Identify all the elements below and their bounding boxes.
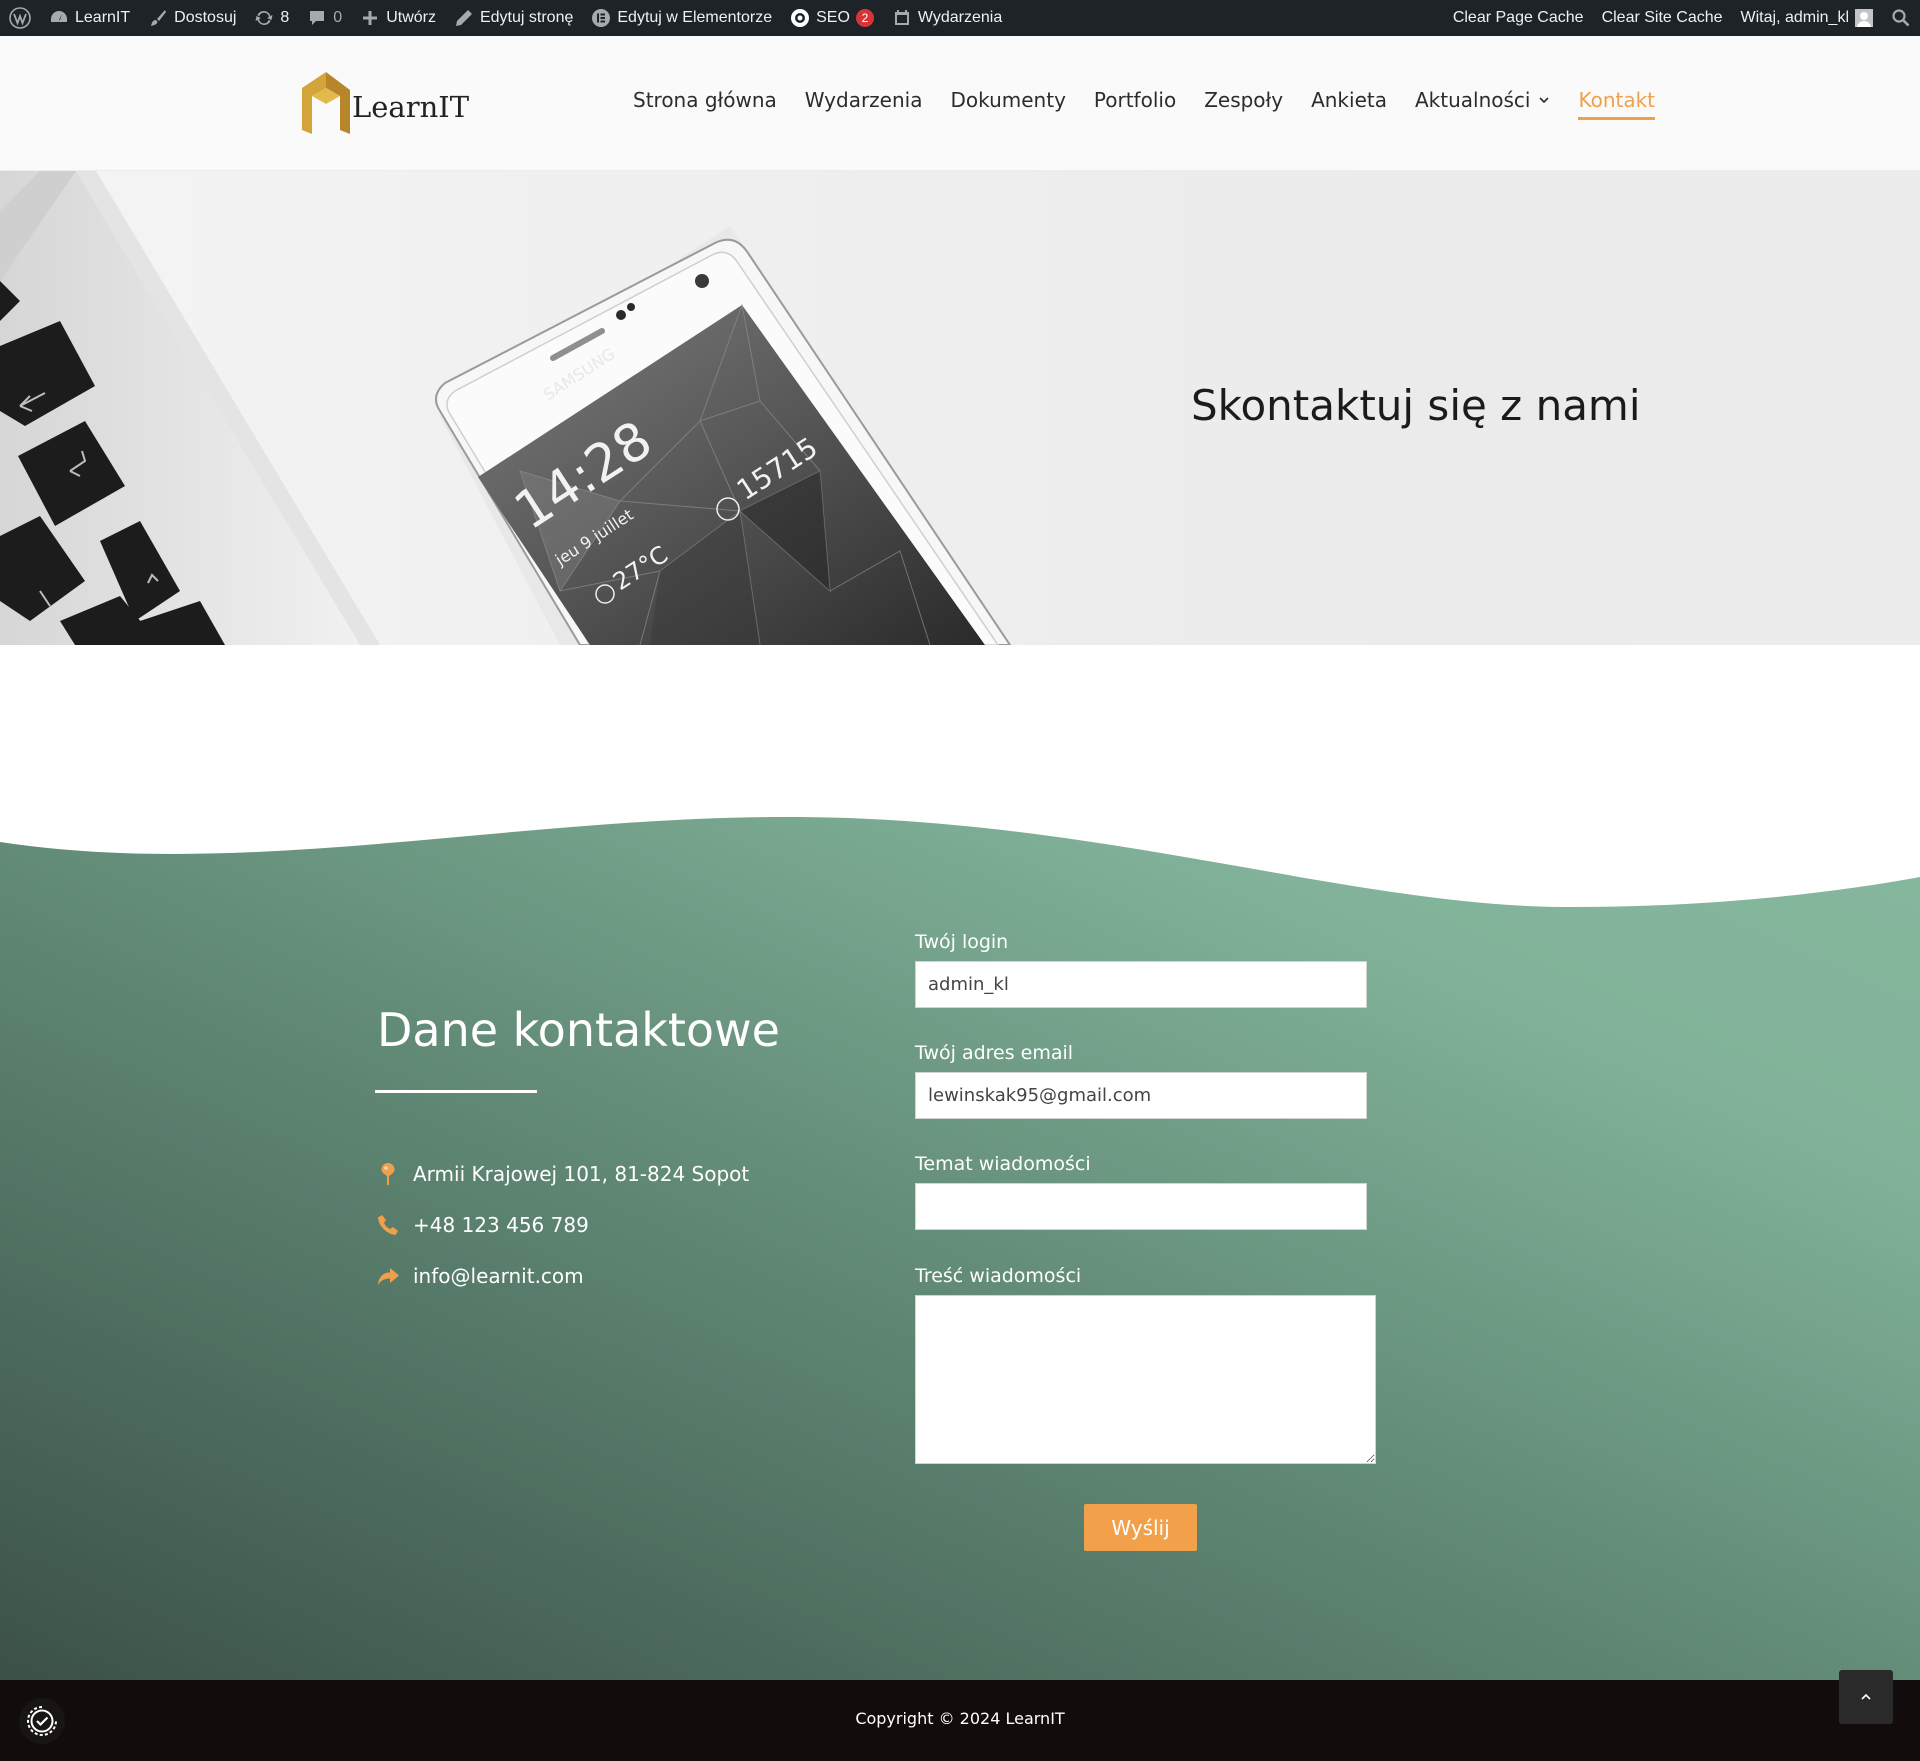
- logo-mark-icon: [302, 72, 350, 134]
- contact-details-heading: Dane kontaktowe: [377, 1003, 780, 1057]
- clear-site-cache-link[interactable]: Clear Site Cache: [1593, 0, 1732, 36]
- nav-item-label: Zespoły: [1204, 88, 1284, 112]
- site-footer: Copyright © 2024 LearnIT: [0, 1680, 1920, 1761]
- nav-item-survey[interactable]: Ankieta: [1311, 88, 1387, 120]
- nav-item-portfolio[interactable]: Portfolio: [1094, 88, 1176, 120]
- contact-phone: +48 123 456 789: [375, 1212, 589, 1238]
- site-name-label: LearnIT: [75, 9, 131, 26]
- nav-item-contact[interactable]: Kontakt: [1578, 88, 1655, 120]
- events-label: Wydarzenia: [917, 9, 1003, 26]
- events-link[interactable]: Wydarzenia: [883, 0, 1011, 36]
- clear-page-cache-link[interactable]: Clear Page Cache: [1444, 0, 1593, 36]
- plus-icon: [360, 8, 380, 28]
- contact-email: info@learnit.com: [375, 1263, 584, 1289]
- subject-label: Temat wiadomości: [915, 1153, 1091, 1175]
- updates-icon: [254, 8, 274, 28]
- copyright-text: Copyright © 2024 LearnIT: [855, 1709, 1065, 1728]
- nav-item-label: Strona główna: [633, 88, 777, 112]
- scroll-to-top-button[interactable]: [1839, 1670, 1893, 1724]
- address-text: Armii Krajowej 101, 81-824 Sopot: [413, 1162, 750, 1186]
- calendar-icon: [892, 8, 912, 28]
- customize-link[interactable]: Dostosuj: [139, 0, 245, 36]
- nav-item-label: Dokumenty: [950, 88, 1066, 112]
- site-header: LearnIT Strona główna Wydarzenia Dokumen…: [0, 36, 1920, 171]
- chevron-up-icon: [1861, 1693, 1871, 1700]
- nav-item-news[interactable]: Aktualności: [1415, 88, 1550, 120]
- share-arrow-icon: [375, 1263, 401, 1289]
- email-input[interactable]: [915, 1072, 1367, 1119]
- seo-gear-icon: [790, 8, 810, 28]
- wordpress-icon: [8, 6, 32, 30]
- admin-bar-left: LearnIT Dostosuj 8 0 Utwórz Edytuj stron…: [0, 0, 1011, 36]
- nav-item-label: Ankieta: [1311, 88, 1387, 112]
- edit-elementor-link[interactable]: Edytuj w Elementorze: [582, 0, 781, 36]
- customize-label: Dostosuj: [174, 9, 237, 26]
- comments-count: 0: [333, 9, 343, 26]
- logo-text: LearnIT: [352, 90, 470, 124]
- cookie-consent-icon: [27, 1706, 57, 1736]
- subject-input[interactable]: [915, 1183, 1367, 1230]
- nav-item-home[interactable]: Strona główna: [633, 88, 777, 120]
- submit-button[interactable]: Wyślij: [1084, 1504, 1197, 1551]
- login-input[interactable]: [915, 961, 1367, 1008]
- phone-icon: [375, 1212, 401, 1238]
- chevron-down-icon: [1539, 97, 1550, 104]
- contact-address: Armii Krajowej 101, 81-824 Sopot: [375, 1161, 749, 1187]
- heading-divider: [375, 1090, 537, 1093]
- nav-item-label: Wydarzenia: [804, 88, 923, 112]
- my-account-menu[interactable]: Witaj, admin_kl: [1732, 0, 1882, 36]
- email-label: Twój adres email: [915, 1042, 1074, 1064]
- avatar-icon: [1855, 9, 1873, 27]
- edit-page-link[interactable]: Edytuj stronę: [445, 0, 582, 36]
- hero-banner: 14:28 jeu 9 juillet 27°C 15715 SAMSUNG S…: [0, 171, 1920, 645]
- brush-icon: [148, 8, 168, 28]
- site-logo[interactable]: LearnIT: [300, 68, 469, 138]
- nav-item-label: Kontakt: [1578, 88, 1656, 112]
- edit-elementor-label: Edytuj w Elementorze: [617, 9, 773, 26]
- nav-item-documents[interactable]: Dokumenty: [950, 88, 1065, 120]
- message-textarea[interactable]: [915, 1295, 1376, 1464]
- page-title: Skontaktuj się z nami: [1191, 381, 1641, 430]
- nav-item-label: Aktualności: [1414, 88, 1531, 112]
- site-name-link[interactable]: LearnIT: [40, 0, 139, 36]
- cookie-consent-button[interactable]: [19, 1698, 65, 1744]
- seo-label: SEO: [816, 9, 850, 26]
- new-content-label: Utwórz: [386, 9, 436, 26]
- updates-link[interactable]: 8: [245, 0, 298, 36]
- dashboard-icon: [49, 8, 69, 28]
- nav-item-events[interactable]: Wydarzenia: [805, 88, 923, 120]
- admin-bar-right: Clear Page Cache Clear Site Cache Witaj,…: [1444, 0, 1920, 36]
- elementor-icon: [591, 8, 611, 28]
- phone-text: +48 123 456 789: [413, 1213, 589, 1237]
- clear-site-cache-label: Clear Site Cache: [1601, 9, 1723, 26]
- seo-menu[interactable]: SEO 2: [781, 0, 883, 36]
- comments-link[interactable]: 0: [298, 0, 351, 36]
- login-label: Twój login: [915, 931, 1009, 953]
- admin-search-button[interactable]: [1882, 0, 1920, 36]
- greeting-label: Witaj, admin_kl: [1740, 9, 1849, 26]
- updates-count: 8: [280, 9, 290, 26]
- map-pin-icon: [375, 1161, 401, 1187]
- email-text[interactable]: info@learnit.com: [413, 1264, 584, 1288]
- nav-item-teams[interactable]: Zespoły: [1204, 88, 1283, 120]
- contact-section: Dane kontaktowe Armii Krajowej 101, 81-8…: [0, 645, 1920, 1680]
- admin-bar: LearnIT Dostosuj 8 0 Utwórz Edytuj stron…: [0, 0, 1920, 36]
- comments-icon: [307, 8, 327, 28]
- edit-page-label: Edytuj stronę: [479, 9, 574, 26]
- nav-item-label: Portfolio: [1093, 88, 1177, 112]
- message-label: Treść wiadomości: [915, 1265, 1082, 1287]
- wordpress-menu[interactable]: [0, 0, 40, 36]
- seo-notification-badge: 2: [855, 9, 874, 27]
- main-navigation: Strona główna Wydarzenia Dokumenty Portf…: [633, 88, 1655, 120]
- clear-page-cache-label: Clear Page Cache: [1452, 9, 1584, 26]
- pencil-icon: [454, 8, 474, 28]
- search-icon: [1891, 8, 1911, 28]
- new-content-link[interactable]: Utwórz: [351, 0, 445, 36]
